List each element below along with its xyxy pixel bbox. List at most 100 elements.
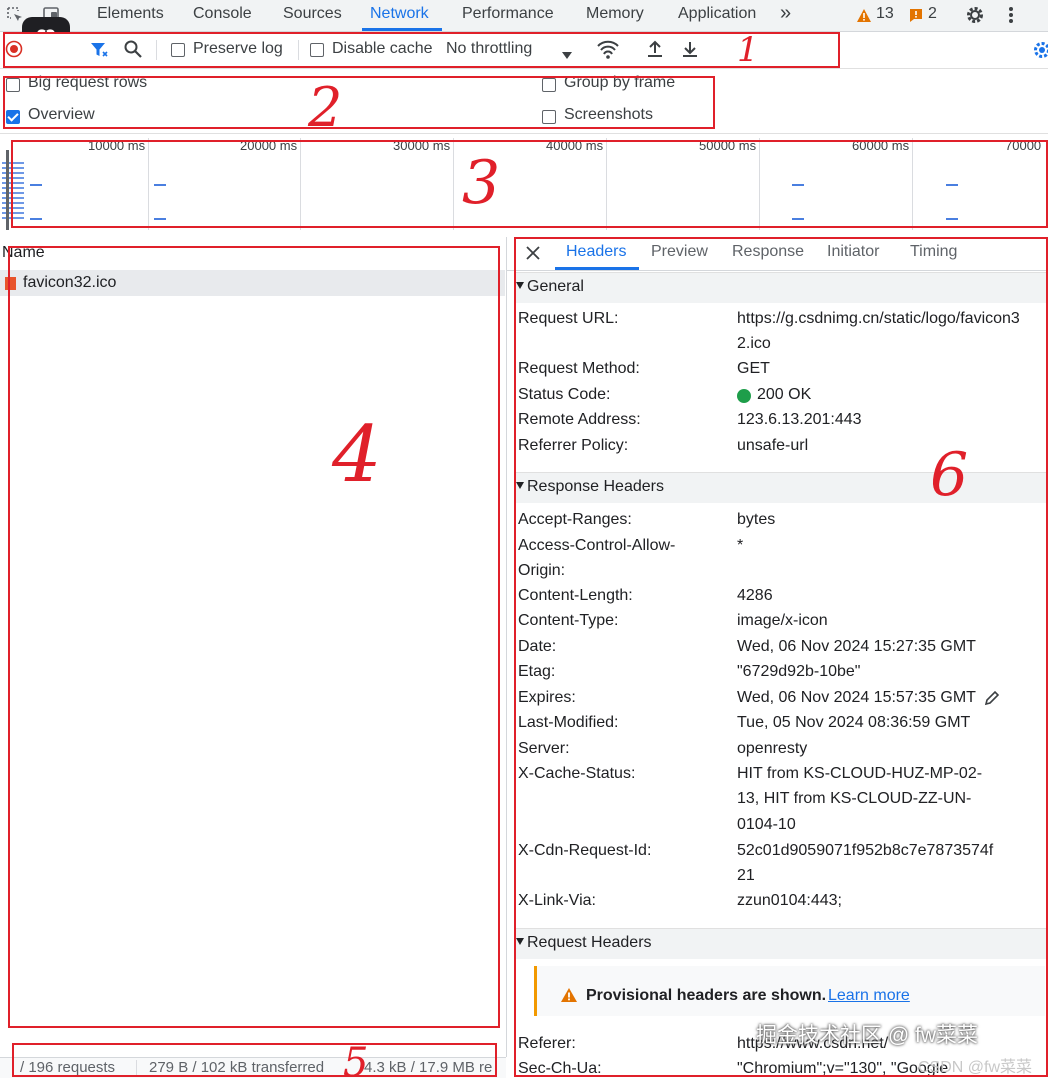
- header-name: Last-Modified:: [518, 714, 619, 732]
- request-name: favicon32.ico: [23, 274, 116, 292]
- timeline-blip: [154, 184, 166, 186]
- overview-checkbox[interactable]: [6, 110, 20, 124]
- annotation-number-2: 2: [308, 76, 342, 139]
- preserve-log-checkbox[interactable]: [171, 43, 185, 57]
- annotation-number-1: 1: [737, 30, 759, 70]
- watermark-text: CSDN @fw菜菜: [918, 1053, 1032, 1077]
- tab-performance[interactable]: Performance: [462, 5, 554, 23]
- header-value: Tue, 05 Nov 2024 08:36:59 GMT: [737, 714, 970, 732]
- tab-application[interactable]: Application: [678, 5, 756, 23]
- timeline-blip: [792, 218, 804, 220]
- export-har-icon[interactable]: [680, 39, 700, 64]
- network-settings-gear-icon[interactable]: [1032, 40, 1048, 65]
- details-active-tab-indicator: [555, 267, 639, 270]
- close-icon[interactable]: [526, 246, 540, 265]
- header-value: unsafe-url: [737, 437, 808, 455]
- header-name: Status Code:: [518, 386, 611, 404]
- chevron-down-icon[interactable]: [562, 46, 572, 64]
- warning-icon: [856, 8, 872, 28]
- header-name: Etag:: [518, 663, 555, 681]
- tab-headers[interactable]: Headers: [566, 243, 626, 261]
- warnings-count[interactable]: 13: [876, 5, 894, 23]
- timeline-blip: [946, 218, 958, 220]
- request-headers-section-header[interactable]: Request Headers: [514, 928, 1048, 959]
- timeline-gridline: [300, 138, 301, 230]
- tab-sources[interactable]: Sources: [283, 5, 342, 23]
- settings-gear-icon[interactable]: [965, 5, 985, 30]
- header-name: Content-Length:: [518, 587, 633, 605]
- annotation-number-4: 4: [332, 410, 382, 500]
- watermark-text: 掘金技术社区 @ fw菜菜: [756, 1019, 978, 1049]
- annotation-number-3: 3: [462, 148, 500, 218]
- devtools-tab-bar: Elements Console Sources Network Perform…: [0, 0, 1048, 32]
- search-icon[interactable]: [123, 39, 143, 64]
- general-section-header[interactable]: General: [514, 272, 1048, 303]
- timeline-tick-label: 10000 ms: [88, 138, 145, 153]
- request-headers-title: Request Headers: [527, 934, 652, 952]
- timeline-overview-handle[interactable]: [6, 150, 9, 230]
- status-ok-dot-icon: [737, 389, 751, 403]
- timeline-tick-label: 70000: [1005, 138, 1041, 153]
- timeline-gridline: [912, 138, 913, 230]
- tab-console[interactable]: Console: [193, 5, 252, 23]
- timeline-gridline: [759, 138, 760, 230]
- header-name: Content-Type:: [518, 612, 619, 630]
- tab-network[interactable]: Network: [370, 5, 429, 23]
- screenshots-checkbox[interactable]: [542, 110, 556, 124]
- timeline-tick-label: 20000 ms: [240, 138, 297, 153]
- tab-initiator[interactable]: Initiator: [827, 243, 879, 261]
- header-value: 0104-10: [737, 816, 796, 834]
- header-name: Expires:: [518, 689, 576, 707]
- expand-triangle-icon: [516, 282, 524, 289]
- tab-response[interactable]: Response: [732, 243, 804, 261]
- disable-cache-label: Disable cache: [332, 40, 433, 58]
- edit-pencil-icon[interactable]: [984, 690, 1000, 711]
- expand-triangle-icon: [516, 482, 524, 489]
- preserve-log-label: Preserve log: [193, 40, 283, 58]
- big-request-rows-label: Big request rows: [28, 74, 147, 92]
- header-value: bytes: [737, 511, 775, 529]
- status-divider: [136, 1060, 137, 1076]
- timeline-blip: [154, 218, 166, 220]
- timeline-tick-label: 50000 ms: [699, 138, 756, 153]
- resources-size: 4.3 kB / 17.9 MB re: [364, 1059, 492, 1076]
- big-request-rows-checkbox[interactable]: [6, 78, 20, 92]
- header-value: https://g.csdnimg.cn/static/logo/favicon…: [737, 310, 1020, 328]
- record-icon[interactable]: [5, 40, 23, 63]
- learn-more-link[interactable]: Learn more: [828, 987, 910, 1005]
- header-name: Sec-Ch-Ua:: [518, 1060, 602, 1078]
- header-name: Referrer Policy:: [518, 437, 628, 455]
- file-icon: [5, 277, 16, 290]
- import-har-icon[interactable]: [645, 39, 665, 64]
- general-section-title: General: [527, 278, 584, 296]
- tab-memory[interactable]: Memory: [586, 5, 644, 23]
- disable-cache-checkbox[interactable]: [310, 43, 324, 57]
- timeline-blip: [30, 184, 42, 186]
- annotation-number-5: 5: [343, 1040, 368, 1086]
- header-value: 13, HIT from KS-CLOUD-ZZ-UN-: [737, 790, 971, 808]
- name-column-header[interactable]: Name: [2, 244, 45, 262]
- issues-count[interactable]: 2: [928, 5, 937, 23]
- header-value: *: [737, 537, 743, 555]
- throttling-select[interactable]: No throttling: [446, 40, 532, 58]
- tab-timing[interactable]: Timing: [910, 243, 957, 261]
- response-headers-title: Response Headers: [527, 478, 664, 496]
- tab-elements[interactable]: Elements: [97, 5, 164, 23]
- more-tabs-button[interactable]: »: [780, 2, 791, 25]
- timeline-gridline: [148, 138, 149, 230]
- filter-icon[interactable]: [89, 40, 109, 65]
- more-options-icon[interactable]: [1008, 6, 1014, 29]
- header-name: Request URL:: [518, 310, 619, 328]
- header-value: 200 OK: [757, 386, 811, 404]
- group-by-frame-label: Group by frame: [564, 74, 675, 92]
- table-row[interactable]: favicon32.ico: [0, 270, 505, 296]
- active-tab-indicator: [362, 28, 442, 31]
- header-value: zzun0104:443;: [737, 892, 842, 910]
- network-conditions-icon[interactable]: [596, 38, 620, 65]
- group-by-frame-checkbox[interactable]: [542, 78, 556, 92]
- provisional-headers-text: Provisional headers are shown.: [586, 987, 826, 1005]
- timeline-blip: [792, 184, 804, 186]
- timeline-blip: [946, 184, 958, 186]
- tab-preview[interactable]: Preview: [651, 243, 708, 261]
- header-name: Request Method:: [518, 360, 640, 378]
